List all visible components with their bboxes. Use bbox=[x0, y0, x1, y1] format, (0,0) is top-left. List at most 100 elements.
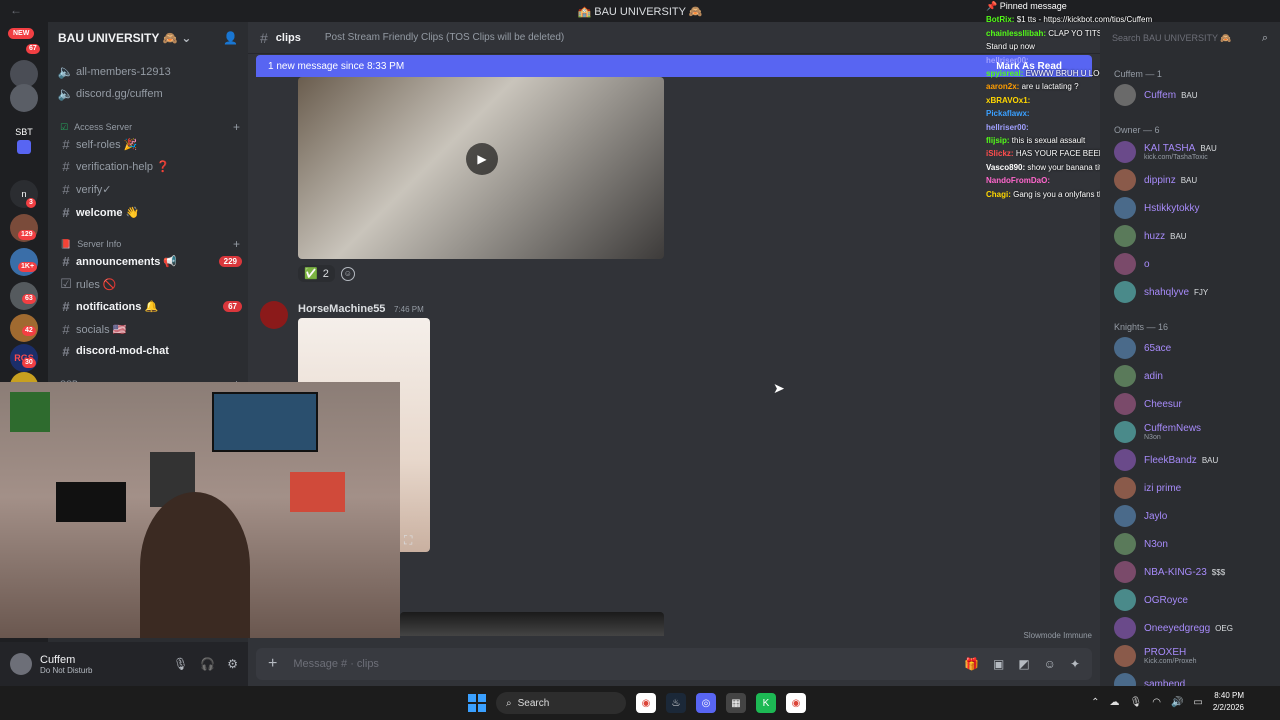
video-attachment[interactable]: ▶ bbox=[298, 77, 664, 259]
avatar[interactable] bbox=[1114, 169, 1136, 191]
category-access-server[interactable]: ☑ Access Server + bbox=[60, 120, 240, 134]
member-item[interactable]: PROXEH Kick.com/Proxeh bbox=[1114, 643, 1274, 669]
add-channel-icon[interactable]: + bbox=[233, 237, 240, 251]
new-messages-bar[interactable]: 1 new message since 8:33 PM Mark As Read bbox=[256, 55, 1092, 77]
chat-username[interactable]: Chagi: bbox=[986, 190, 1011, 199]
avatar[interactable] bbox=[10, 653, 32, 675]
add-channel-icon[interactable]: + bbox=[233, 120, 240, 134]
avatar[interactable] bbox=[1114, 197, 1136, 219]
message-composer[interactable]: + Message # · clips 🎁 ▣ ◩ ☺ ✦ bbox=[256, 648, 1092, 680]
clock[interactable]: 8:40 PM 2/2/2026 bbox=[1213, 690, 1244, 714]
channel-notifications[interactable]: # notifications 🔔 67 bbox=[56, 295, 242, 317]
sticker-icon[interactable]: ◩ bbox=[1018, 657, 1029, 671]
avatar[interactable] bbox=[1114, 561, 1136, 583]
avatar[interactable] bbox=[1114, 645, 1136, 667]
server-icon[interactable] bbox=[17, 140, 31, 154]
microphone-icon[interactable]: 🎙 bbox=[173, 657, 188, 671]
avatar[interactable] bbox=[1114, 673, 1136, 686]
avatar[interactable] bbox=[260, 301, 288, 329]
member-item[interactable]: NBA-KING-23 $$$ bbox=[1114, 559, 1274, 585]
avatar[interactable] bbox=[1114, 505, 1136, 527]
chat-username[interactable]: Pickaflawx: bbox=[986, 109, 1030, 118]
chat-username[interactable]: NandoFromDaO: bbox=[986, 176, 1050, 185]
avatar[interactable] bbox=[1114, 337, 1136, 359]
wifi-icon[interactable]: ◠ bbox=[1152, 697, 1161, 708]
channel-verify[interactable]: # verify✓ bbox=[56, 178, 242, 200]
avatar[interactable] bbox=[1114, 617, 1136, 639]
battery-icon[interactable]: ▭ bbox=[1193, 697, 1202, 708]
member-item[interactable]: KAI TASHA BAU kick.com/TashaToxic bbox=[1114, 139, 1274, 165]
channel-discord-mod-chat[interactable]: # discord-mod-chat bbox=[56, 340, 242, 362]
gif-icon[interactable]: ▣ bbox=[993, 657, 1004, 671]
chevron-up-icon[interactable]: ⌃ bbox=[1091, 697, 1099, 708]
back-arrow-icon[interactable]: ← bbox=[10, 3, 22, 17]
avatar[interactable] bbox=[1114, 365, 1136, 387]
member-item[interactable]: 65ace bbox=[1114, 335, 1274, 361]
kick-icon[interactable]: K bbox=[756, 693, 776, 713]
chrome-icon[interactable]: ◉ bbox=[786, 693, 806, 713]
channel-verification-help[interactable]: # verification-help ❓ bbox=[56, 155, 242, 177]
play-icon[interactable]: ▶ bbox=[466, 143, 498, 175]
member-item[interactable]: sambend bbox=[1114, 671, 1274, 686]
avatar[interactable] bbox=[1114, 533, 1136, 555]
chat-username[interactable]: Vasco890: bbox=[986, 163, 1025, 172]
member-item[interactable]: Hstikkytokky bbox=[1114, 195, 1274, 221]
chevron-down-icon[interactable]: ⌄ bbox=[181, 31, 191, 45]
apps-icon[interactable]: ✦ bbox=[1070, 657, 1080, 671]
avatar[interactable] bbox=[1114, 253, 1136, 275]
chat-username[interactable]: hellriser00: bbox=[986, 123, 1029, 132]
chat-username[interactable]: chainlessllibah: bbox=[986, 29, 1046, 38]
channel-socials[interactable]: # socials 🇺🇸 bbox=[56, 318, 242, 340]
plus-icon[interactable]: + bbox=[268, 655, 277, 673]
channel-welcome[interactable]: # welcome 👋 bbox=[56, 201, 242, 223]
avatar[interactable] bbox=[1114, 421, 1136, 443]
member-item[interactable]: adin bbox=[1114, 363, 1274, 389]
member-item[interactable]: OGRoyce bbox=[1114, 587, 1274, 613]
member-item[interactable]: N3on bbox=[1114, 531, 1274, 557]
channel-topic[interactable]: Post Stream Friendly Clips (TOS Clips wi… bbox=[325, 32, 564, 43]
member-item[interactable]: o bbox=[1114, 251, 1274, 277]
member-item[interactable]: FleekBandz BAU bbox=[1114, 447, 1274, 473]
chrome-icon[interactable]: ◉ bbox=[636, 693, 656, 713]
member-item[interactable]: shahqlyve FJY bbox=[1114, 279, 1274, 305]
member-item[interactable]: Cuffem BAU bbox=[1114, 82, 1274, 108]
video-attachment[interactable] bbox=[400, 612, 664, 636]
message-author[interactable]: HorseMachine55 bbox=[298, 303, 385, 315]
search-icon[interactable]: ⌕ bbox=[1262, 32, 1268, 45]
avatar[interactable] bbox=[1114, 225, 1136, 247]
chat-username[interactable]: spyisreal: bbox=[986, 69, 1023, 78]
chat-username[interactable]: xBRAVOx1: bbox=[986, 96, 1030, 105]
member-search[interactable]: Search BAU UNIVERSITY 🙈 ⌕ bbox=[1100, 22, 1280, 54]
emoji-icon[interactable]: ☺ bbox=[1044, 657, 1056, 671]
add-reaction-icon[interactable]: ☺ bbox=[340, 266, 355, 281]
message-input[interactable]: Message # · clips bbox=[293, 658, 379, 670]
headphones-icon[interactable]: 🎧 bbox=[200, 657, 215, 671]
discord-icon[interactable]: ◎ bbox=[696, 693, 716, 713]
chat-username[interactable]: flijsip: bbox=[986, 136, 1010, 145]
member-item[interactable]: izi prime bbox=[1114, 475, 1274, 501]
volume-icon[interactable]: 🔊 bbox=[1171, 697, 1183, 708]
add-member-icon[interactable]: 👤 bbox=[223, 31, 238, 45]
gift-icon[interactable]: 🎁 bbox=[964, 657, 979, 671]
cloud-icon[interactable]: ☁ bbox=[1110, 697, 1120, 708]
member-item[interactable]: dippinz BAU bbox=[1114, 167, 1274, 193]
member-item[interactable]: Jaylo bbox=[1114, 503, 1274, 529]
avatar[interactable] bbox=[1114, 84, 1136, 106]
avatar[interactable] bbox=[1114, 589, 1136, 611]
taskbar-search[interactable]: ⌕ Search bbox=[496, 692, 626, 714]
chat-username[interactable]: hellriser00: bbox=[986, 56, 1029, 65]
search-input[interactable]: Search BAU UNIVERSITY 🙈 bbox=[1112, 33, 1232, 44]
avatar[interactable] bbox=[1114, 281, 1136, 303]
server-icon[interactable] bbox=[10, 84, 38, 112]
expand-icon[interactable]: ⛶ bbox=[404, 533, 412, 548]
channel-announcements[interactable]: # announcements 📢 229 bbox=[56, 250, 242, 272]
channel-all-members[interactable]: 🔈 all-members-12913 bbox=[56, 61, 242, 83]
member-item[interactable]: CuffemNews N3on bbox=[1114, 419, 1274, 445]
channel-rules[interactable]: ☑ rules 🚫 bbox=[56, 273, 242, 295]
steam-icon[interactable]: ♨ bbox=[666, 693, 686, 713]
chat-username[interactable]: BotRix: bbox=[986, 15, 1014, 24]
member-item[interactable]: Cheesur bbox=[1114, 391, 1274, 417]
app-icon[interactable]: ▦ bbox=[726, 693, 746, 713]
windows-start-icon[interactable] bbox=[468, 694, 486, 712]
reaction-checkmark[interactable]: ✅ 2 bbox=[298, 265, 335, 282]
